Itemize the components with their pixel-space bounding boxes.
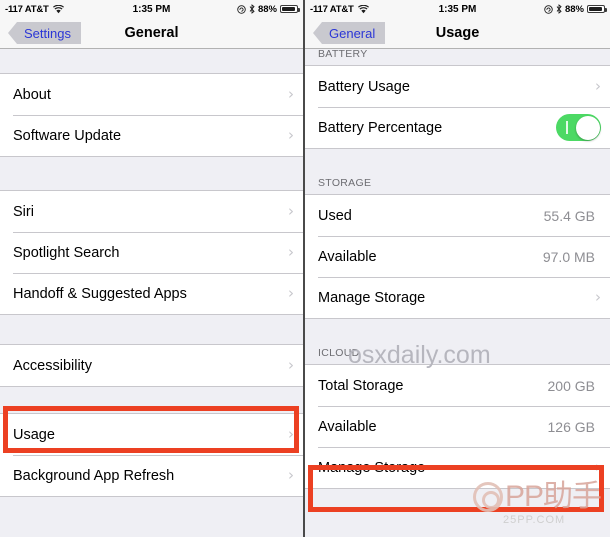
row-storage-available: Available 97.0 MB — [305, 236, 610, 277]
chevron-right-icon: › — [288, 202, 294, 220]
row-about[interactable]: About › — [0, 74, 303, 115]
left-status-bar: -117 AT&T 1:35 PM 88% — [0, 0, 303, 18]
battery-icon — [587, 5, 607, 13]
chevron-right-icon: › — [595, 77, 601, 95]
right-usage-list: BATTERY Battery Usage › Battery Percenta… — [305, 48, 610, 537]
chevron-right-icon: › — [288, 466, 294, 484]
section-header-icloud-wrap: ICLOUD — [305, 319, 610, 364]
settings-group-info: About › Software Update › — [0, 73, 303, 157]
row-label: Usage — [13, 426, 55, 443]
row-label: Total Storage — [318, 377, 404, 394]
section-header-storage: STORAGE — [318, 177, 372, 189]
row-storage-manage[interactable]: Manage Storage › — [305, 277, 610, 318]
row-icloud-total-storage: Total Storage 200 GB — [305, 365, 610, 406]
row-handoff-suggested-apps[interactable]: Handoff & Suggested Apps › — [0, 273, 303, 314]
row-label: Background App Refresh — [13, 467, 175, 484]
settings-group-search: Siri › Spotlight Search › Handoff & Sugg… — [0, 190, 303, 315]
back-button-label: Settings — [24, 25, 71, 41]
row-icloud-available: Available 126 GB — [305, 406, 610, 447]
row-label: Siri — [13, 203, 34, 220]
row-label: Accessibility — [13, 357, 92, 374]
list-gap — [0, 49, 303, 73]
status-bar-left: -117 AT&T — [310, 4, 369, 15]
row-label: Available — [318, 418, 377, 435]
back-button-label: General — [329, 25, 376, 41]
section-header-battery: BATTERY — [318, 48, 368, 60]
usage-group-battery: Battery Usage › Battery Percentage — [305, 65, 610, 149]
back-button-settings[interactable]: Settings — [8, 22, 81, 44]
battery-percentage-toggle[interactable] — [556, 114, 601, 141]
row-battery-percentage[interactable]: Battery Percentage — [305, 107, 610, 148]
row-value: 200 GB — [547, 377, 595, 394]
rotation-lock-icon — [544, 4, 553, 14]
row-value: 126 GB — [547, 418, 595, 435]
row-label: Spotlight Search — [13, 244, 120, 261]
row-label: Handoff & Suggested Apps — [13, 285, 187, 302]
left-iphone-screen: -117 AT&T 1:35 PM 88% Settings General A… — [0, 0, 305, 537]
row-value: 97.0 MB — [542, 248, 595, 265]
row-label: Manage Storage — [318, 459, 426, 476]
section-header-icloud: ICLOUD — [318, 347, 360, 359]
row-label: Available — [318, 248, 377, 265]
settings-group-usage: Usage › Background App Refresh › — [0, 413, 303, 497]
row-icloud-manage-storage[interactable]: Manage Storage › — [305, 447, 610, 488]
right-status-bar: -117 AT&T 1:35 PM 88% — [305, 0, 610, 18]
row-battery-usage[interactable]: Battery Usage › — [305, 66, 610, 107]
rotation-lock-icon — [237, 4, 246, 14]
bluetooth-icon — [249, 4, 255, 14]
wifi-icon — [52, 4, 64, 13]
settings-group-accessibility: Accessibility › — [0, 344, 303, 387]
list-gap — [0, 157, 303, 190]
usage-group-storage: Used 55.4 GB Available 97.0 MB Manage St… — [305, 194, 610, 319]
section-header-storage-wrap: STORAGE — [305, 149, 610, 194]
chevron-right-icon: › — [288, 243, 294, 261]
row-spotlight-search[interactable]: Spotlight Search › — [0, 232, 303, 273]
dual-screenshot-container: -117 AT&T 1:35 PM 88% Settings General A… — [0, 0, 610, 537]
row-label: Software Update — [13, 127, 122, 144]
row-value: 55.4 GB — [543, 207, 595, 224]
row-label: Used — [318, 207, 352, 224]
list-gap — [0, 315, 303, 344]
row-label: Battery Percentage — [318, 119, 443, 136]
status-bar-right: 88% — [237, 3, 300, 15]
right-nav-bar: General Usage — [305, 18, 610, 49]
row-background-app-refresh[interactable]: Background App Refresh › — [0, 455, 303, 496]
list-gap — [0, 387, 303, 413]
status-bar-right: 88% — [544, 3, 607, 15]
row-siri[interactable]: Siri › — [0, 191, 303, 232]
back-button-general[interactable]: General — [313, 22, 386, 44]
row-software-update[interactable]: Software Update › — [0, 115, 303, 156]
right-iphone-screen: -117 AT&T 1:35 PM 88% General Usage BATT… — [305, 0, 610, 537]
row-label: About — [13, 86, 51, 103]
section-header-battery-wrap: BATTERY — [305, 48, 610, 65]
chevron-right-icon: › — [288, 85, 294, 103]
row-accessibility[interactable]: Accessibility › — [0, 345, 303, 386]
battery-icon — [280, 5, 300, 13]
bluetooth-icon — [556, 4, 562, 14]
carrier-label: -117 AT&T — [5, 3, 49, 15]
row-usage[interactable]: Usage › — [0, 414, 303, 455]
chevron-right-icon: › — [288, 126, 294, 144]
chevron-right-icon: › — [288, 425, 294, 443]
chevron-right-icon: › — [595, 288, 601, 306]
chevron-right-icon: › — [288, 284, 294, 302]
row-storage-used: Used 55.4 GB — [305, 195, 610, 236]
chevron-right-icon: › — [595, 458, 601, 476]
status-bar-left: -117 AT&T — [5, 4, 64, 15]
battery-percent-label: 88% — [564, 3, 584, 15]
usage-group-icloud: Total Storage 200 GB Available 126 GB Ma… — [305, 364, 610, 489]
left-nav-bar: Settings General — [0, 18, 303, 49]
wifi-icon — [357, 4, 369, 13]
left-settings-list: About › Software Update › Siri › Spotlig… — [0, 49, 303, 537]
row-label: Battery Usage — [318, 78, 410, 95]
row-label: Manage Storage — [318, 289, 426, 306]
battery-percent-label: 88% — [257, 3, 277, 15]
chevron-right-icon: › — [288, 356, 294, 374]
carrier-label: -117 AT&T — [310, 3, 354, 15]
